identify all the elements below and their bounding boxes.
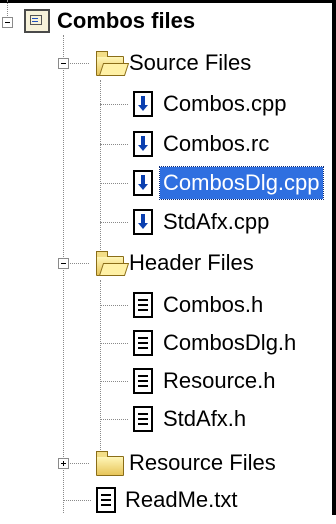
- tree-node-label: Combos.h: [163, 292, 264, 317]
- tree-node-file[interactable]: Resource.h: [0, 365, 332, 405]
- tree-node-label: ReadMe.txt: [125, 487, 238, 512]
- tree-node-file[interactable]: CombosDlg.h: [0, 327, 332, 367]
- tree-node-file[interactable]: StdAfx.cpp: [0, 206, 332, 246]
- window-right-border: [332, 0, 336, 515]
- tree-node-file[interactable]: Combos.h: [0, 289, 332, 329]
- tree-node-readme[interactable]: ReadMe.txt: [0, 484, 332, 524]
- folder-icon: [96, 451, 124, 476]
- tree-node-label: Resource Files: [129, 450, 276, 475]
- tree-node-label: StdAfx.cpp: [163, 209, 270, 234]
- cpp-file-icon: [133, 170, 153, 196]
- header-file-icon: [133, 292, 153, 318]
- tree-node-resource-files[interactable]: Resource Files: [0, 447, 332, 487]
- tree-node-label: Combos.rc: [163, 131, 270, 156]
- tree-node-file-selected[interactable]: CombosDlg.cpp: [0, 166, 332, 207]
- tree-node-source-files[interactable]: Source Files: [0, 47, 332, 87]
- tree-node-file[interactable]: StdAfx.h: [0, 403, 332, 443]
- tree-node-label: Resource.h: [163, 368, 276, 393]
- tree-node-label: Source Files: [129, 50, 252, 75]
- tree-node-project[interactable]: Combos files: [0, 5, 332, 45]
- tree-node-label: StdAfx.h: [163, 406, 247, 431]
- header-file-icon: [133, 330, 153, 356]
- tree-node-label: Header Files: [129, 250, 254, 275]
- file-tree[interactable]: Combos files Source Files Combos.cpp Com…: [0, 0, 332, 515]
- tree-node-label: Combos files: [57, 8, 196, 33]
- project-icon: [24, 9, 50, 33]
- tree-node-file[interactable]: Combos.cpp: [0, 88, 332, 128]
- text-file-icon: [96, 487, 116, 513]
- tree-node-header-files[interactable]: Header Files: [0, 247, 332, 287]
- open-folder-icon: [96, 251, 124, 276]
- header-file-icon: [133, 368, 153, 394]
- tree-node-label: Combos.cpp: [163, 91, 287, 116]
- open-folder-icon: [96, 51, 124, 76]
- rc-file-icon: [133, 131, 153, 157]
- cpp-file-icon: [133, 91, 153, 117]
- cpp-file-icon: [133, 209, 153, 235]
- tree-node-label: CombosDlg.cpp: [159, 166, 324, 200]
- tree-node-label: CombosDlg.h: [163, 330, 297, 355]
- tree-node-file[interactable]: Combos.rc: [0, 128, 332, 168]
- header-file-icon: [133, 406, 153, 432]
